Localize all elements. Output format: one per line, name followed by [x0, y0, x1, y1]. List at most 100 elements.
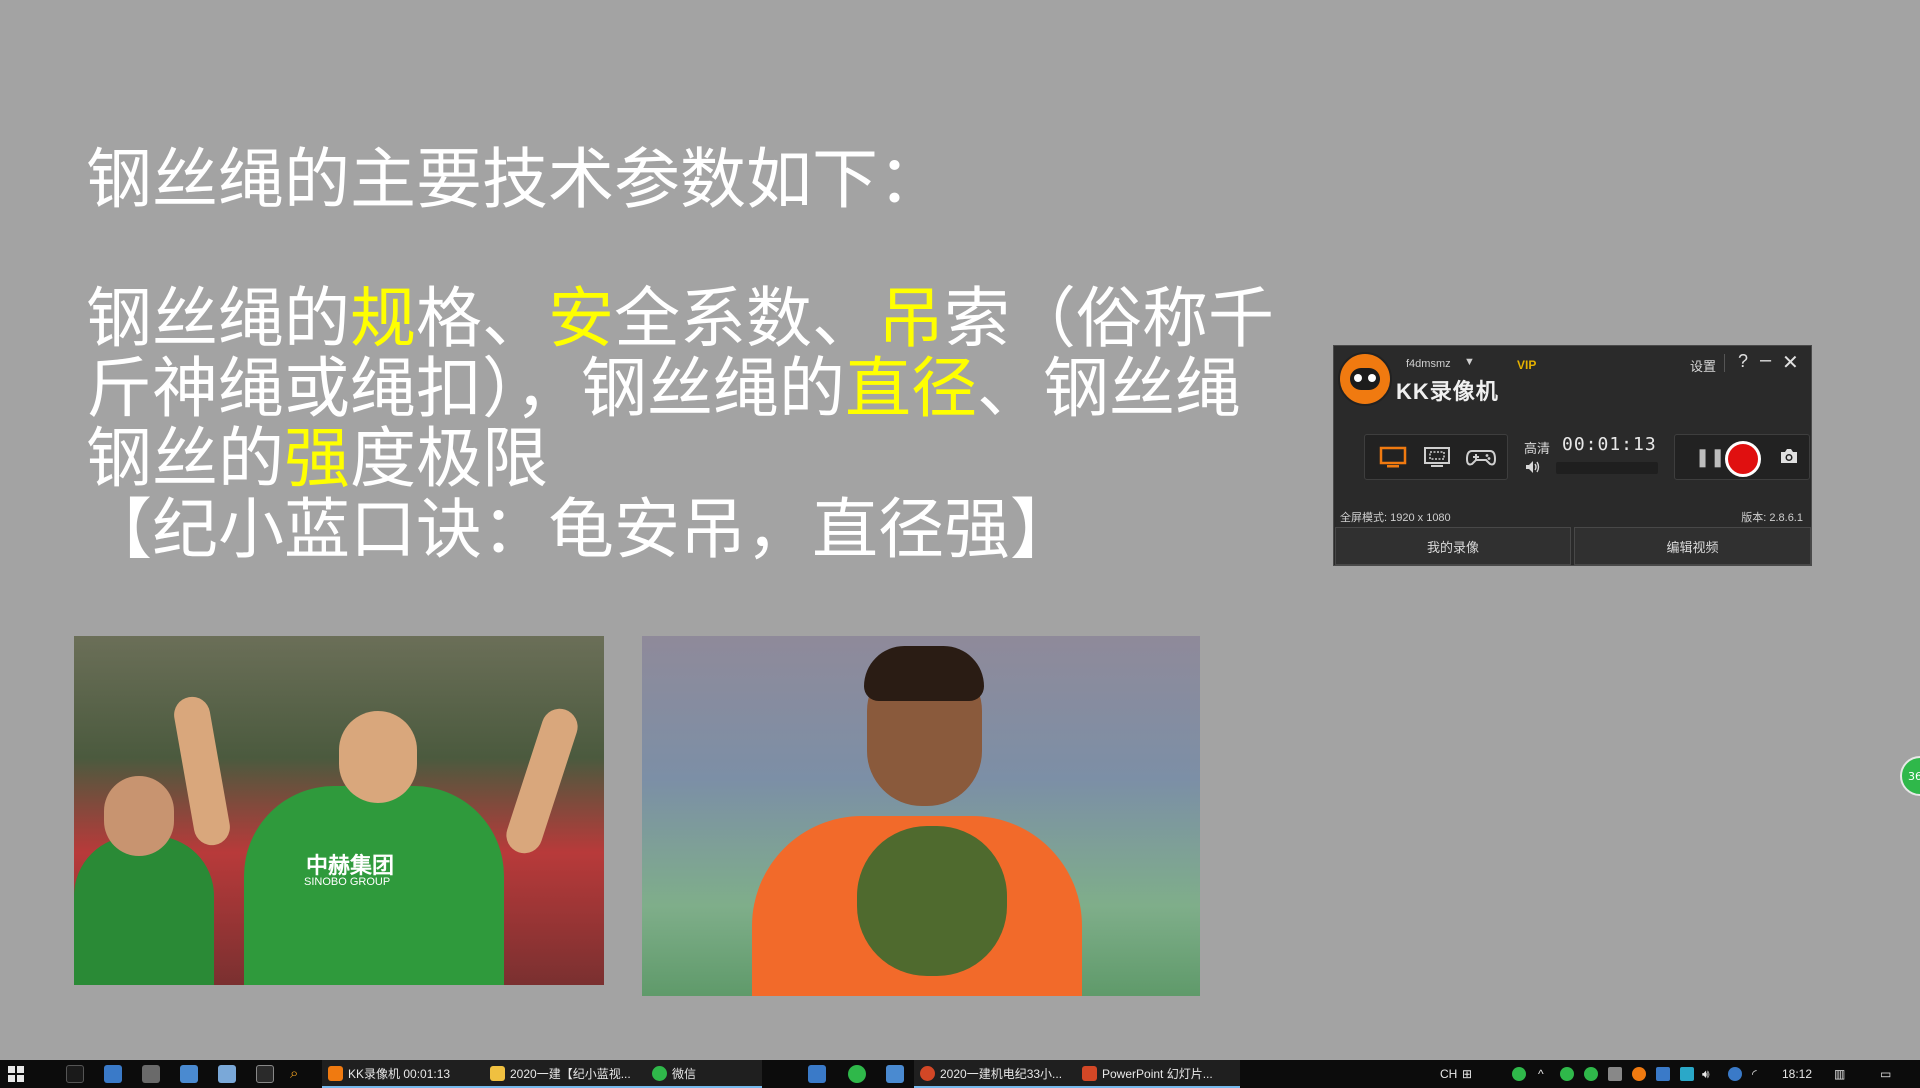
- slide-text-segment: 度极限: [350, 420, 548, 497]
- pinned-green-icon[interactable]: [848, 1065, 866, 1083]
- kk-quality-selector[interactable]: 高清: [1524, 438, 1550, 457]
- calculator-icon[interactable]: [142, 1065, 160, 1083]
- slide-text-segment: 钢丝的: [86, 420, 284, 497]
- slide-body-line: 钢丝的强度极限: [86, 424, 1266, 494]
- tray-app-icon[interactable]: [1608, 1067, 1622, 1081]
- photo-figure-hair: [864, 646, 984, 701]
- photo-figure-arm-right: [501, 704, 583, 858]
- taskbar-app-label: 微信: [672, 1066, 697, 1081]
- taskbar-clock[interactable]: 18:12: [1782, 1060, 1812, 1088]
- kk-logo-eye-right: [1368, 374, 1376, 382]
- tray-wechat-icon[interactable]: [1560, 1067, 1574, 1081]
- notification-icon[interactable]: ▭: [1880, 1060, 1891, 1088]
- photo-figure-teammate-head: [104, 776, 174, 856]
- mail-icon[interactable]: [180, 1065, 198, 1083]
- wechat-icon: [652, 1066, 667, 1081]
- photo-figure-teammate: [74, 836, 214, 985]
- tray-expand-icon[interactable]: ^: [1538, 1060, 1544, 1088]
- kk-minimize-button[interactable]: –: [1760, 349, 1771, 372]
- taskbar-app-label: 2020一建机电纪33小...: [940, 1066, 1063, 1081]
- record-button[interactable]: [1725, 441, 1761, 477]
- kk-mode-selector: [1364, 434, 1508, 480]
- kk-logo-face: [1350, 368, 1380, 390]
- slide-keyword-highlight: 直径: [845, 350, 977, 427]
- slide-title: 钢丝绳的主要技术参数如下：: [86, 141, 944, 218]
- edit-video-button[interactable]: 编辑视频: [1574, 527, 1811, 565]
- kk-record-controls: ❚❚: [1674, 434, 1810, 480]
- windows-start-icon[interactable]: [8, 1066, 24, 1082]
- ime-grid-icon[interactable]: ⊞: [1462, 1060, 1472, 1088]
- kk-close-button[interactable]: ✕: [1782, 350, 1799, 375]
- photo-plush-turtle: [857, 826, 1007, 976]
- photo-figure-head: [339, 711, 417, 803]
- slide-text-segment: 索（俗称千: [944, 280, 1274, 357]
- powerpoint-slideshow-icon: [1082, 1066, 1097, 1081]
- pause-icon[interactable]: ❚❚: [1695, 447, 1725, 468]
- slide-text-segment: 格、: [416, 280, 548, 357]
- search-icon[interactable]: ⌕: [290, 1065, 308, 1083]
- camera-icon[interactable]: [1779, 447, 1799, 465]
- taskbar-app-ppt-show[interactable]: PowerPoint 幻灯片...: [1076, 1060, 1240, 1088]
- pinned-app-icon[interactable]: [808, 1065, 826, 1083]
- ime-indicator[interactable]: CH: [1440, 1060, 1457, 1088]
- gamepad-icon[interactable]: [1465, 443, 1497, 471]
- tray-kk-icon[interactable]: [1632, 1067, 1646, 1081]
- slide-mnemonic: 【纪小蓝口诀：龟安吊，直径强】: [86, 491, 1076, 568]
- kk-vip-badge[interactable]: VIP: [1517, 358, 1536, 372]
- folder-icon: [490, 1066, 505, 1081]
- taskbar-app-kk[interactable]: KK录像机 00:01:13: [322, 1060, 486, 1088]
- kk-help-button[interactable]: ?: [1738, 351, 1748, 372]
- photo-figure-body: 中赫集团 SINOBO GROUP: [244, 786, 504, 985]
- slide-text-segment: 钢丝绳的: [86, 280, 350, 357]
- kk-settings-button[interactable]: 设置: [1690, 356, 1716, 375]
- tray-wifi-icon[interactable]: ◜: [1752, 1060, 1757, 1088]
- region-mode-icon[interactable]: [1421, 443, 1453, 471]
- kk-record-timer: 00:01:13: [1562, 434, 1657, 455]
- slide-text-segment: 全系数、: [614, 280, 878, 357]
- kk-mode-info: 全屏模式: 1920 x 1080: [1340, 512, 1451, 524]
- slide-body: 钢丝绳的规格、安全系数、吊索（俗称千 斤神绳或绳扣），钢丝绳的直径、钢丝绳 钢丝的强…: [86, 284, 1274, 494]
- photo-figure-arm-left: [171, 694, 233, 848]
- volume-icon[interactable]: [1524, 460, 1540, 477]
- media-icon[interactable]: [256, 1065, 274, 1083]
- tray-volume-icon[interactable]: 🔊︎: [1702, 1060, 1710, 1088]
- kk-recorder-window: f4dmsmz ▼ VIP KK录像机 设置 ? – ✕ 高清 00:01:13…: [1333, 345, 1812, 566]
- slide-keyword-highlight: 规: [350, 280, 416, 357]
- taskbar-app-label: KK录像机 00:01:13: [348, 1066, 451, 1081]
- taskbar-app-wechat[interactable]: 微信: [646, 1060, 762, 1088]
- my-recordings-button[interactable]: 我的录像: [1335, 527, 1571, 565]
- photo-footballer-green: 中赫集团 SINOBO GROUP: [74, 636, 604, 985]
- powerpoint-icon: [920, 1066, 935, 1081]
- kk-taskbar-icon: [328, 1066, 343, 1081]
- tray-cyan-icon[interactable]: [1680, 1067, 1694, 1081]
- slide-text-segment: 斤神绳或绳扣），钢丝绳的: [86, 350, 845, 427]
- slide-text-segment: 、钢丝绳: [977, 350, 1241, 427]
- slide-keyword-highlight: 安: [548, 280, 614, 357]
- notepad-icon[interactable]: [218, 1065, 236, 1083]
- kk-username[interactable]: f4dmsmz: [1406, 358, 1451, 370]
- tray-wechat2-icon[interactable]: [1584, 1067, 1598, 1081]
- photo-footballer-orange: [642, 636, 1200, 996]
- kk-timer-progress: [1556, 462, 1658, 474]
- tray-chart-icon[interactable]: ▥: [1834, 1060, 1845, 1088]
- tray-network-icon[interactable]: [1728, 1067, 1742, 1081]
- tray-blue-icon[interactable]: [1656, 1067, 1670, 1081]
- kk-app-title: KK录像机: [1396, 379, 1499, 404]
- taskbar-app-ppt-file[interactable]: 2020一建机电纪33小...: [914, 1060, 1078, 1088]
- slide-keyword-highlight: 吊: [878, 280, 944, 357]
- chevron-down-icon[interactable]: ▼: [1464, 356, 1475, 368]
- kk-logo-icon: [1338, 352, 1392, 406]
- browser-icon[interactable]: [104, 1065, 122, 1083]
- taskbar: ⌕ KK录像机 00:01:13 2020一建【纪小蓝视... 微信 2020一…: [0, 1060, 1920, 1088]
- pinned-blue-icon[interactable]: [886, 1065, 904, 1083]
- taskbar-app-label: 2020一建【纪小蓝视...: [510, 1066, 631, 1081]
- jersey-sponsor-en: SINOBO GROUP: [304, 876, 391, 888]
- tray-battery-icon[interactable]: [1512, 1067, 1526, 1081]
- slide-body-line: 钢丝绳的规格、安全系数、吊索（俗称千: [86, 284, 1274, 354]
- taskbar-app-folder[interactable]: 2020一建【纪小蓝视...: [484, 1060, 648, 1088]
- qq-icon[interactable]: [66, 1065, 84, 1083]
- floating-speed-bubble[interactable]: 36: [1900, 756, 1920, 796]
- kk-title-divider: [1724, 354, 1725, 372]
- fullscreen-mode-icon[interactable]: [1377, 443, 1409, 471]
- kk-logo-eye-left: [1354, 374, 1362, 382]
